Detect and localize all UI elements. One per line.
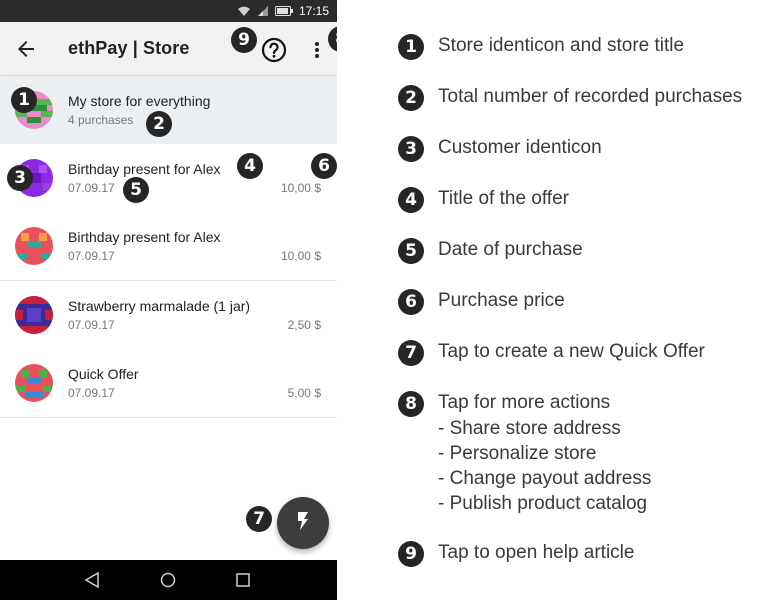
callout-badge: 3 <box>7 165 33 191</box>
page-title: ethPay | Store <box>68 38 190 58</box>
legend-item: 3 Customer identicon <box>398 136 602 162</box>
lightning-bolt-icon <box>296 511 310 536</box>
callout-badge: 5 <box>123 177 149 203</box>
wifi-icon <box>237 5 251 17</box>
purchase-price: 5,00 $ <box>287 386 321 400</box>
legend-badge: 5 <box>398 238 424 264</box>
legend-text: Tap for more actions <box>438 392 611 413</box>
purchase-price: 2,50 $ <box>287 318 321 332</box>
purchase-row[interactable]: Strawberry marmalade (1 jar) 07.09.17 2,… <box>0 281 337 350</box>
callout-badge: 6 <box>311 153 337 179</box>
customer-identicon <box>15 296 53 334</box>
legend-item: 7 Tap to create a new Quick Offer <box>398 340 705 366</box>
legend: 1 Store identicon and store title 2 Tota… <box>398 0 763 600</box>
legend-text: Date of purchase <box>438 239 583 260</box>
system-nav-bar <box>0 560 337 600</box>
purchase-date: 07.09.17 <box>68 181 115 195</box>
customer-identicon <box>15 364 53 402</box>
legend-badge: 1 <box>398 34 424 60</box>
legend-text: Tap to open help article <box>438 542 635 563</box>
callout-badge: 1 <box>11 87 37 113</box>
nav-home-icon[interactable] <box>160 572 176 593</box>
legend-sub-item: - Personalize store <box>438 443 597 464</box>
status-time: 17:15 <box>298 4 329 18</box>
legend-text: Title of the offer <box>438 188 569 209</box>
offer-title: Quick Offer <box>68 366 139 382</box>
phone-screen: 17:15 ethPay | Store My store for everyt… <box>0 0 337 600</box>
customer-identicon <box>15 227 53 265</box>
purchase-count: 4 purchases <box>68 113 134 127</box>
callout-badge: 7 <box>246 506 272 532</box>
signal-icon <box>257 5 269 17</box>
callout-badge: 4 <box>237 153 263 179</box>
store-title: My store for everything <box>68 93 211 109</box>
purchase-price: 10,00 $ <box>280 249 321 263</box>
offer-title: Strawberry marmalade (1 jar) <box>68 298 251 314</box>
purchase-row[interactable]: Birthday present for Alex 07.09.17 10,00… <box>0 212 337 281</box>
back-arrow-icon[interactable] <box>14 37 38 61</box>
legend-text: Tap to create a new Quick Offer <box>438 341 705 362</box>
legend-sub-item: - Change payout address <box>438 468 652 489</box>
app-bar: ethPay | Store <box>0 22 337 76</box>
legend-item: 5 Date of purchase <box>398 238 583 264</box>
legend-badge: 3 <box>398 136 424 162</box>
quick-offer-button[interactable] <box>277 497 329 549</box>
battery-icon <box>274 6 293 16</box>
nav-back-icon[interactable] <box>84 571 100 593</box>
purchase-date: 07.09.17 <box>68 386 115 400</box>
callout-badge: 9 <box>231 27 257 53</box>
legend-item: 1 Store identicon and store title <box>398 34 684 60</box>
status-bar: 17:15 <box>0 0 337 22</box>
legend-item: 9 Tap to open help article <box>398 541 634 567</box>
purchase-price: 10,00 $ <box>280 181 321 195</box>
offer-title: Birthday present for Alex <box>68 161 221 177</box>
nav-recent-apps-icon[interactable] <box>236 573 250 592</box>
legend-sub-item: - Publish product catalog <box>438 493 648 514</box>
legend-item: 6 Purchase price <box>398 289 565 315</box>
legend-sub-item: - Share store address <box>438 418 621 439</box>
purchase-row[interactable]: Quick Offer 07.09.17 5,00 $ <box>0 349 337 418</box>
legend-item: 2 Total number of recorded purchases <box>398 85 742 111</box>
legend-badge: 7 <box>398 340 424 366</box>
legend-badge: 6 <box>398 289 424 315</box>
legend-badge: 4 <box>398 187 424 213</box>
legend-item: 8 Tap for more actions <box>398 391 610 417</box>
purchase-row[interactable]: Birthday present for Alex 07.09.17 10,00… <box>0 144 337 213</box>
legend-text: Total number of recorded purchases <box>438 86 743 107</box>
help-icon[interactable] <box>261 37 287 63</box>
store-header[interactable]: My store for everything 4 purchases <box>0 77 337 144</box>
purchase-date: 07.09.17 <box>68 318 115 332</box>
legend-item: 4 Title of the offer <box>398 187 569 213</box>
more-options-icon[interactable] <box>307 37 327 63</box>
legend-badge: 8 <box>398 391 424 417</box>
legend-badge: 2 <box>398 85 424 111</box>
purchase-date: 07.09.17 <box>68 249 115 263</box>
legend-sub-items: - Share store address - Personalize stor… <box>438 416 651 516</box>
offer-title: Birthday present for Alex <box>68 229 221 245</box>
legend-text: Customer identicon <box>438 137 602 158</box>
legend-badge: 9 <box>398 541 424 567</box>
legend-text: Purchase price <box>438 290 565 311</box>
legend-text: Store identicon and store title <box>438 35 685 56</box>
callout-badge: 2 <box>146 111 172 137</box>
